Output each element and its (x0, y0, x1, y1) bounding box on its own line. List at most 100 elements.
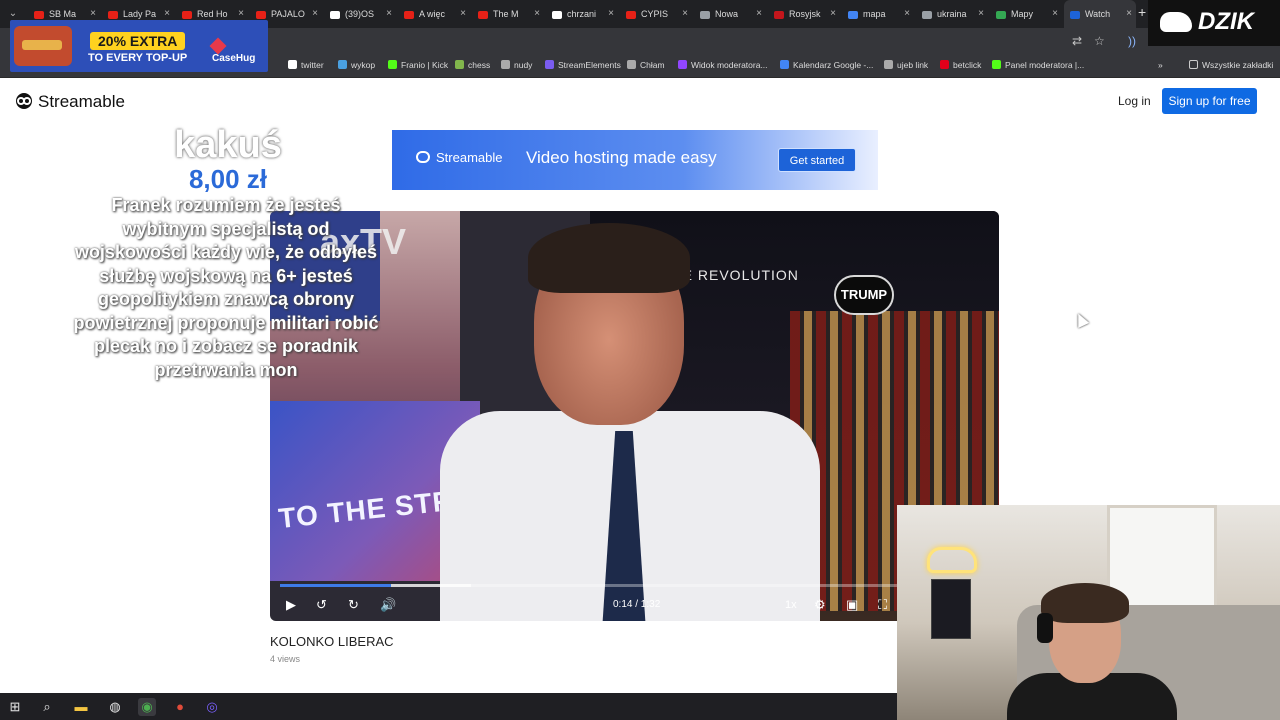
tab-favicon-icon (478, 10, 488, 19)
ad-brand-label: CaseHug (212, 53, 256, 64)
all-bookmarks-folder[interactable]: Wszystkie zakładki (1189, 60, 1273, 70)
cast-icon[interactable]: )) (1128, 34, 1136, 48)
tab-close-icon[interactable]: × (312, 0, 318, 28)
bookmark-item[interactable]: Chłam (627, 60, 665, 70)
bookmark-item[interactable]: nudy (501, 60, 532, 70)
bookmark-label: Widok moderatora... (691, 60, 768, 70)
streamable-logo-icon[interactable] (14, 92, 34, 110)
bookmark-label: ujeb link (897, 60, 929, 70)
browser-app-icon[interactable]: ◎ (203, 698, 221, 716)
tab-favicon-icon (34, 10, 44, 19)
bookmark-label: twitter (301, 60, 324, 70)
webcam-person-hair (1041, 583, 1129, 623)
chrome-icon[interactable]: ◉ (138, 698, 156, 716)
bookmark-item[interactable]: chess (455, 60, 490, 70)
signup-button[interactable]: Sign up for free (1162, 88, 1257, 114)
browser-tab[interactable]: ukraina × (916, 0, 988, 28)
bookmark-item[interactable]: Widok moderatora... (678, 60, 768, 70)
browser-tab[interactable]: The M × (472, 0, 544, 28)
bookmark-favicon-icon (455, 60, 464, 69)
tab-label: Lady Pa (123, 9, 157, 19)
tab-close-icon[interactable]: × (830, 0, 836, 28)
donation-name: kakuś (174, 124, 282, 166)
get-started-button[interactable]: Get started (778, 148, 856, 172)
bookmark-item[interactable]: Panel moderatora |... (992, 60, 1084, 70)
tab-favicon-icon (700, 10, 710, 19)
tab-favicon-icon (848, 10, 858, 19)
tab-close-icon[interactable]: × (682, 0, 688, 28)
bookmarks-more-icon[interactable]: » (1158, 60, 1163, 70)
bookmark-favicon-icon (288, 60, 297, 69)
ad-pill-text: 20% EXTRA (90, 32, 186, 50)
tab-label: Nowa (715, 9, 739, 19)
bookmark-favicon-icon (940, 60, 949, 69)
bookmark-favicon-icon (884, 60, 893, 69)
tab-close-icon[interactable]: × (978, 0, 984, 28)
file-explorer-icon[interactable]: ▬ (72, 698, 90, 716)
bookmark-item[interactable]: Kalendarz Google -... (780, 60, 873, 70)
tab-close-icon[interactable]: × (904, 0, 910, 28)
banner-tagline: Video hosting made easy (526, 148, 717, 167)
banner-brand: Streamable (416, 150, 502, 165)
tab-favicon-icon (330, 10, 340, 19)
tab-close-icon[interactable]: × (1126, 0, 1132, 28)
bookmark-item[interactable]: Franio | Kick (388, 60, 448, 70)
volume-icon[interactable]: 🔊 (380, 597, 396, 613)
browser-tab[interactable]: chrzani × (546, 0, 618, 28)
bookmark-item[interactable]: ujeb link (884, 60, 928, 70)
settings-gear-icon[interactable]: ⚙ (814, 597, 826, 613)
bookmark-item[interactable]: wykop (338, 60, 375, 70)
browser-tab[interactable]: A więc × (398, 0, 470, 28)
app-icon[interactable]: ◍ (106, 698, 124, 716)
new-tab-button[interactable]: + (1138, 4, 1146, 20)
streamer-webcam (897, 505, 1280, 720)
rewind-10-icon[interactable]: ↺ (316, 597, 327, 613)
bookmark-item[interactable]: StreamElements (545, 60, 621, 70)
bookmark-star-icon[interactable]: ☆ (1094, 34, 1105, 48)
tab-close-icon[interactable]: × (460, 0, 466, 28)
play-icon[interactable]: ▶ (286, 597, 296, 613)
browser-tab[interactable]: CYPIS × (620, 0, 692, 28)
windows-taskbar: ⊞ ⌕ ▬ ◍ ◉ ● ◎ (0, 693, 897, 720)
banner-brand-label: Streamable (436, 150, 503, 165)
bookmark-favicon-icon (501, 60, 510, 69)
obs-icon[interactable]: ● (171, 698, 189, 716)
translate-icon[interactable]: ⇄ (1072, 34, 1082, 48)
video-title: KOLONKO LIBERAC (270, 634, 394, 649)
login-link[interactable]: Log in (1118, 94, 1151, 108)
tab-close-icon[interactable]: × (608, 0, 614, 28)
browser-tab[interactable]: Mapy × (990, 0, 1062, 28)
streamable-banner-ad[interactable]: Streamable Video hosting made easy Get s… (392, 130, 878, 190)
bookmark-favicon-icon (338, 60, 347, 69)
boar-icon (1160, 12, 1192, 32)
picture-in-picture-icon[interactable]: ▣ (846, 597, 858, 613)
browser-tab[interactable]: (39)OS × (324, 0, 396, 28)
search-icon[interactable]: ⌕ (38, 698, 56, 716)
streamable-brand[interactable]: Streamable (38, 92, 125, 112)
bookmark-label: Panel moderatora |... (1005, 60, 1085, 70)
windows-start-icon[interactable]: ⊞ (6, 698, 24, 716)
browser-tab[interactable]: mapa × (842, 0, 914, 28)
treasure-chest-icon (14, 26, 72, 66)
browser-tab[interactable]: Watch × (1064, 0, 1136, 28)
ad-brand: CaseHug (209, 37, 268, 64)
video-progress-played[interactable] (280, 584, 391, 587)
forward-10-icon[interactable]: ↻ (348, 597, 359, 613)
bookmark-item[interactable]: betclick (940, 60, 981, 70)
webcam-pc-case (931, 579, 971, 639)
bookmark-label: Franio | Kick (401, 60, 449, 70)
bookmark-label: betclick (953, 60, 982, 70)
browser-tab[interactable]: Rosyjsk × (768, 0, 840, 28)
webcam-headphones (1037, 613, 1053, 643)
tab-close-icon[interactable]: × (1052, 0, 1058, 28)
browser-tab[interactable]: Nowa × (694, 0, 766, 28)
bookmark-item[interactable]: twitter (288, 60, 324, 70)
tab-favicon-icon (922, 10, 932, 19)
tab-close-icon[interactable]: × (386, 0, 392, 28)
tab-label: Red Ho (197, 9, 228, 19)
tab-close-icon[interactable]: × (534, 0, 540, 28)
tab-close-icon[interactable]: × (756, 0, 762, 28)
video-trump-sign: TRUMP (834, 275, 894, 315)
fullscreen-icon[interactable]: ⛶ (878, 597, 887, 613)
playback-speed-button[interactable]: 1x (785, 599, 797, 611)
